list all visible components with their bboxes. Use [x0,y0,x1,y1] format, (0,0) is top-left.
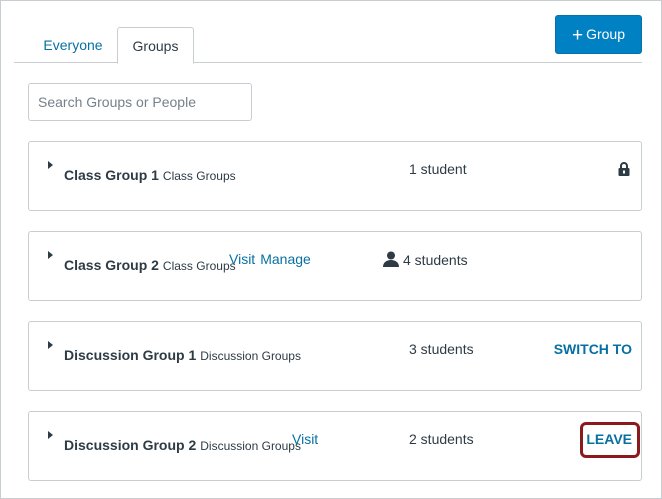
group-card-class-group-1: Class Group 1 Class Groups 1 student [28,141,642,211]
member-count-text: 4 students [403,252,468,268]
plus-icon: + [571,25,584,46]
group-card-discussion-group-1: Discussion Group 1 Discussion Groups 3 st… [28,321,642,391]
add-group-label: Group [586,26,626,42]
member-count: 2 students [409,431,474,447]
visit-link[interactable]: Visit [229,251,255,267]
group-name-text: Discussion Group 2 [64,437,197,453]
group-links: Visit Manage [229,251,316,267]
group-category: Class Groups [162,169,236,183]
group-links: Visit [292,431,323,447]
member-count: 1 student [409,161,467,177]
user-icon [383,251,399,267]
expand-caret-icon[interactable] [48,341,53,349]
group-category: Class Groups [162,259,236,273]
expand-caret-icon[interactable] [48,251,53,259]
tab-bar: Everyone Groups [14,27,642,64]
group-name: Discussion Group 2 Discussion Groups [64,437,301,453]
leave-button[interactable]: LEAVE [586,431,632,447]
lock-icon [618,162,630,176]
member-count: 4 students [383,251,468,268]
expand-caret-icon[interactable] [48,161,53,169]
expand-caret-icon[interactable] [48,431,53,439]
tab-groups[interactable]: Groups [117,27,194,64]
member-count: 3 students [409,341,474,357]
group-card-class-group-2: Class Group 2 Class Groups Visit Manage 4 … [28,231,642,301]
group-name: Discussion Group 1 Discussion Groups [64,347,301,363]
switch-to-button[interactable]: SWITCH TO [554,341,632,357]
manage-link[interactable]: Manage [260,251,311,267]
visit-link[interactable]: Visit [292,431,318,447]
group-name-text: Class Group 2 [64,257,159,273]
group-card-discussion-group-2: Discussion Group 2 Discussion Groups Visi… [28,411,642,481]
tab-everyone[interactable]: Everyone [28,27,118,64]
group-name: Class Group 1 Class Groups [64,167,236,183]
group-name-text: Class Group 1 [64,167,159,183]
group-category: Discussion Groups [200,439,301,453]
search-input[interactable] [28,83,252,121]
group-category: Discussion Groups [200,349,301,363]
group-name: Class Group 2 Class Groups [64,257,236,273]
group-name-text: Discussion Group 1 [64,347,197,363]
groups-page: Everyone Groups +Group Class Group 1Clas… [0,0,662,499]
add-group-button[interactable]: + Group [555,15,642,54]
